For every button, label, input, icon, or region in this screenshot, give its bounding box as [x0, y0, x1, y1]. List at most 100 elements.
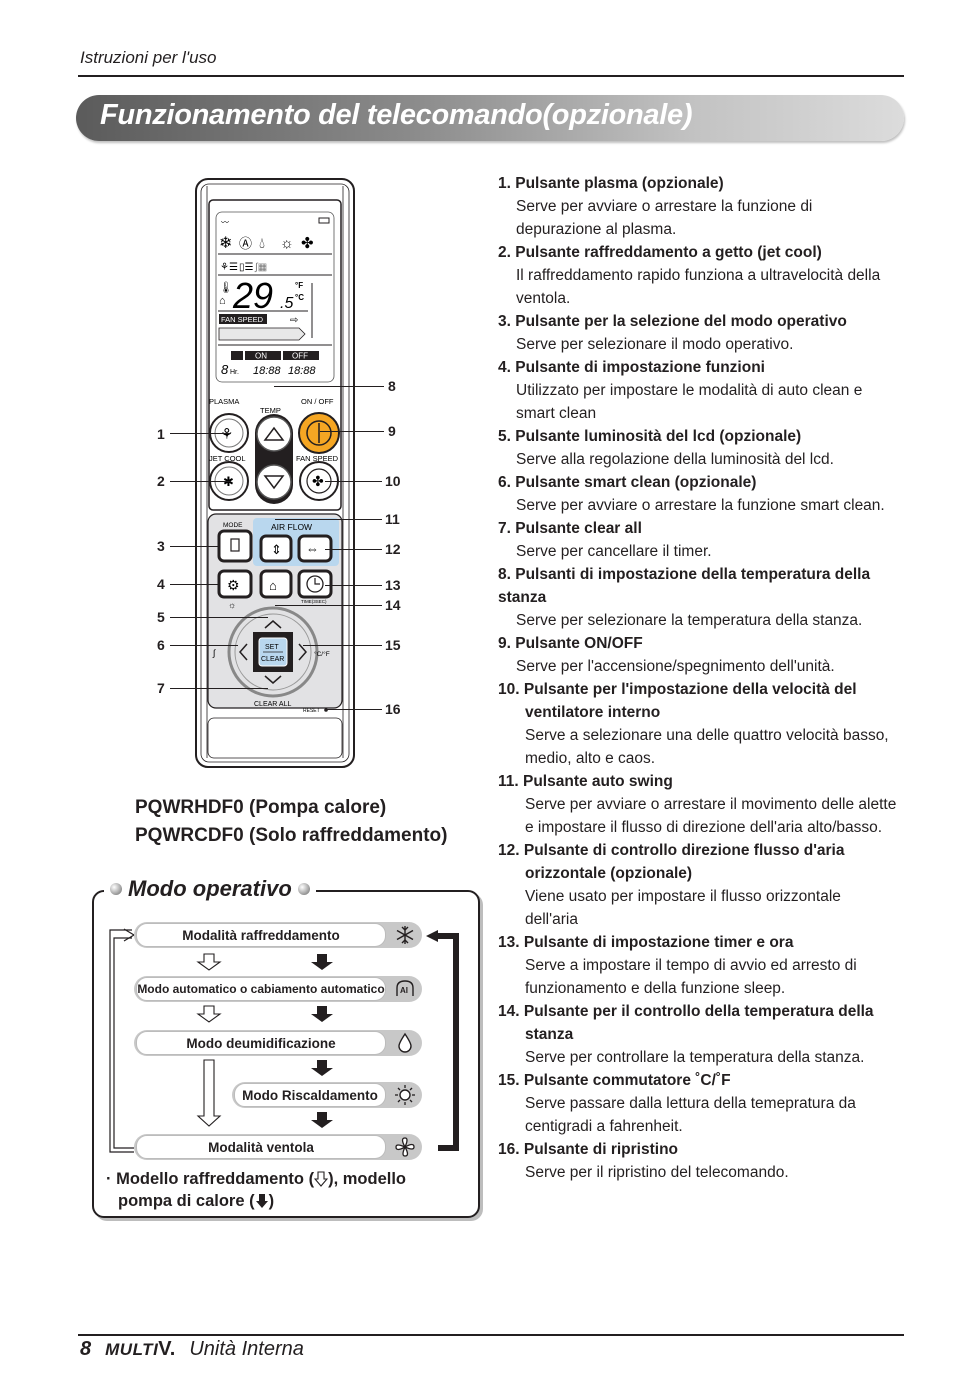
- loop-arrow-solid-icon: [426, 930, 438, 942]
- leader-12: [325, 549, 382, 550]
- lcd-snowflake-icon: ❄: [219, 235, 232, 252]
- description-body: Serve per selezionare la temperatura del…: [516, 612, 863, 629]
- label-time-sec: TIME(3SEC): [301, 599, 327, 604]
- footer-rule: [78, 1334, 904, 1336]
- model-heat-pump: PQWRHDF0 (Pompa calore): [135, 797, 387, 818]
- description-title: 5. Pulsante luminosità del lcd (opzional…: [498, 428, 802, 445]
- arrow-outline-icon: [196, 1005, 222, 1023]
- description-body: Serve per controllare la temperatura del…: [525, 1049, 865, 1066]
- description-body: Serve per selezionare il modo operativo.: [516, 336, 794, 353]
- mode-button[interactable]: [217, 529, 253, 563]
- operating-mode-heading: Modo operativo: [104, 876, 316, 902]
- lcd-time-off: 18:88: [288, 365, 316, 377]
- mode-auto: Modo automatico o cabiamento automatico …: [134, 976, 422, 1002]
- description-title: 12. Pulsante di controllo direzione flus…: [498, 842, 845, 882]
- lcd-clean-icon: ▯☰: [239, 262, 254, 273]
- mode-cooling: Modalità raffreddamento: [134, 922, 422, 948]
- description-item: 3. Pulsante per la selezione del modo op…: [498, 310, 898, 356]
- description-item: 15. Pulsante commutatore ˚C/˚F Serve pass…: [498, 1069, 898, 1138]
- label-clear: CLEAR: [261, 656, 284, 663]
- description-body: Serve per l'accensione/spegnimento dell'…: [516, 658, 835, 675]
- description-item: 7. Pulsante clear all Serve per cancellar…: [498, 517, 898, 563]
- callout-13: 13: [385, 577, 401, 593]
- sun-icon: [395, 1085, 415, 1105]
- description-item: 13. Pulsante di impostazione timer e ora…: [498, 931, 898, 1000]
- description-title: 7. Pulsante clear all: [498, 520, 642, 537]
- label-reset: RESET: [303, 708, 320, 714]
- temp-up-button[interactable]: [256, 416, 292, 452]
- button-descriptions: 1. Pulsante plasma (opzionale) Serve per …: [498, 172, 898, 1184]
- operating-mode-title: Modo operativo: [128, 876, 292, 901]
- callout-12: 12: [385, 541, 401, 557]
- leader-1: [170, 433, 230, 434]
- callout-3: 3: [157, 538, 165, 554]
- header-rule: [78, 75, 904, 77]
- arrow-solid-icon: [311, 1006, 333, 1022]
- arrow-outline-icon: [196, 953, 222, 971]
- leader-5: [170, 617, 268, 618]
- lcd-temperature: 29: [232, 275, 273, 316]
- description-item: 9. Pulsante ON/OFF Serve per l'accensione…: [498, 632, 898, 678]
- label-air-flow: AIR FLOW: [271, 522, 312, 532]
- lcd-time-on: 18:88: [253, 365, 281, 377]
- description-body: Serve a impostare il tempo di avvio ed a…: [525, 957, 857, 997]
- mode-cooling-label: Modalità raffreddamento: [136, 923, 386, 947]
- gear-icon: ⚙: [227, 577, 240, 593]
- lcd-timer-off: OFF: [292, 352, 308, 361]
- lcd-brightness-icon: ☼: [228, 600, 236, 610]
- description-item: 10. Pulsante per l'impostazione della ve…: [498, 678, 898, 770]
- description-title: 1. Pulsante plasma (opzionale): [498, 175, 724, 192]
- description-title: 9. Pulsante ON/OFF: [498, 635, 643, 652]
- lcd-smart-clean-icon: ∫▦: [254, 262, 267, 273]
- description-title: 6. Pulsante smart clean (opzionale): [498, 474, 757, 491]
- label-clear-all: CLEAR ALL: [254, 701, 291, 708]
- leader-6: [170, 645, 238, 646]
- arrow-solid-icon: [311, 1112, 333, 1128]
- mode-fan-label: Modalità ventola: [136, 1135, 386, 1159]
- arrow-solid-icon: [255, 1194, 268, 1208]
- leader-7: [170, 688, 268, 689]
- label-on-off: ON / OFF: [301, 397, 334, 406]
- lcd-unit-f: °F: [295, 281, 303, 290]
- model-cooling-only: PQWRCDF0 (Solo raffreddamento): [135, 825, 448, 846]
- leader-9: [320, 431, 384, 432]
- callout-15: 15: [385, 637, 401, 653]
- description-item: 6. Pulsante smart clean (opzionale) Serve…: [498, 471, 898, 517]
- page-title: Funzionamento del telecomando(opzionale): [100, 99, 693, 131]
- arrow-solid-icon: [311, 1060, 333, 1076]
- callout-14: 14: [385, 597, 401, 613]
- brand-logo: MULTIV.: [105, 1338, 176, 1360]
- description-item: 5. Pulsante luminosità del lcd (opzional…: [498, 425, 898, 471]
- lcd-fan-speed-label: FAN SPEED: [221, 315, 264, 324]
- lcd-fan-speed-bar: [218, 327, 306, 341]
- fan-icon: [395, 1137, 415, 1157]
- description-body: Il raffreddamento rapido funziona a ultr…: [516, 267, 881, 307]
- long-arrow-outline-icon: [196, 1059, 222, 1127]
- lcd-room-temp-icon: ⌂: [219, 295, 226, 307]
- leader-2: [170, 481, 230, 482]
- model-names: PQWRHDF0 (Pompa calore) PQWRCDF0 (Solo r…: [135, 794, 447, 850]
- callout-1: 1: [157, 426, 165, 442]
- title-bar: Funzionamento del telecomando(opzionale): [76, 95, 904, 141]
- page-number: 8: [80, 1338, 92, 1360]
- label-cf: °C/°F: [314, 650, 330, 658]
- leader-15: [303, 645, 382, 646]
- lcd-hours-unit: Hr.: [230, 369, 239, 376]
- lcd-fan-icon: ✤: [301, 235, 314, 252]
- description-item: 12. Pulsante di controllo direzione flus…: [498, 839, 898, 931]
- temp-down-button[interactable]: [256, 464, 292, 500]
- description-title: 11. Pulsante auto swing: [498, 773, 673, 790]
- description-body: Serve per il ripristino del telecomando.: [525, 1164, 789, 1181]
- leader-16: [327, 709, 382, 710]
- snowflake-icon: [396, 926, 414, 944]
- callout-4: 4: [157, 576, 165, 592]
- room-temp-icon: ⌂: [269, 578, 277, 593]
- description-body: Serve per avviare o arrestare il movimen…: [525, 796, 897, 836]
- running-head: Istruzioni per l'uso: [80, 48, 217, 67]
- lcd-timer-on: ON: [255, 352, 267, 361]
- arrow-outline-icon: [313, 1171, 329, 1187]
- section-name: Unità Interna: [189, 1338, 304, 1360]
- mode-heating-label: Modo Riscaldamento: [234, 1083, 386, 1107]
- description-title: 3. Pulsante per la selezione del modo op…: [498, 313, 847, 330]
- description-item: 4. Pulsante di impostazione funzioni Util…: [498, 356, 898, 425]
